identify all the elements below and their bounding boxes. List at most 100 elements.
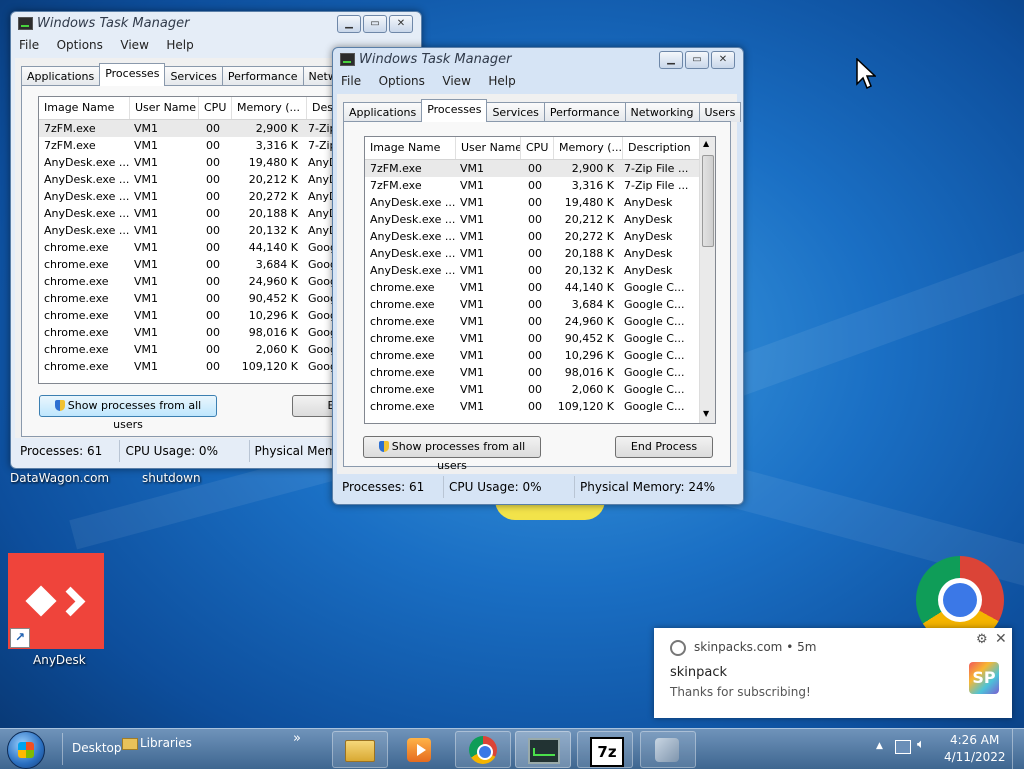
- cell-user-name: VM1: [134, 258, 159, 271]
- tab-strip: Applications Processes Services Performa…: [21, 63, 371, 86]
- header-image-name[interactable]: Image Name: [39, 97, 130, 119]
- tray-volume-icon[interactable]: 🔈︎: [917, 737, 925, 752]
- process-list[interactable]: Image Name User Name CPU Memory (... Des…: [364, 136, 716, 424]
- folder-icon: [345, 740, 375, 762]
- vertical-scrollbar[interactable]: ▲ ▼: [699, 137, 715, 423]
- tab-processes[interactable]: Processes: [421, 99, 488, 122]
- notification-toast[interactable]: skinpacks.com • 5m ⚙ ✕ skinpack Thanks f…: [654, 628, 1012, 718]
- header-memory[interactable]: Memory (...: [554, 137, 623, 159]
- menu-help[interactable]: Help: [166, 38, 193, 52]
- cell-memory: 44,140 K: [248, 241, 298, 254]
- table-row[interactable]: chrome.exe VM1 00 109,120 K Google C...: [365, 398, 715, 415]
- menu-file[interactable]: File: [19, 38, 39, 52]
- table-row[interactable]: AnyDesk.exe ... VM1 00 20,272 K AnyDesk: [365, 228, 715, 245]
- tab-services[interactable]: Services: [486, 102, 545, 122]
- tab-performance[interactable]: Performance: [543, 102, 626, 122]
- table-row[interactable]: AnyDesk.exe ... VM1 00 20,188 K AnyDesk: [365, 245, 715, 262]
- play-icon: [417, 744, 426, 756]
- header-image-name[interactable]: Image Name: [365, 137, 456, 159]
- taskbar-chrome-button[interactable]: [455, 731, 511, 768]
- scroll-down-arrow-icon[interactable]: ▼: [703, 409, 709, 418]
- cell-memory: 20,272 K: [248, 190, 298, 203]
- taskbar-explorer-button[interactable]: [332, 731, 388, 768]
- table-row[interactable]: AnyDesk.exe ... VM1 00 20,212 K AnyDesk: [365, 211, 715, 228]
- scroll-thumb[interactable]: [702, 155, 714, 247]
- show-all-users-button[interactable]: Show processes from all users: [39, 395, 217, 431]
- table-row[interactable]: chrome.exe VM1 00 2,060 K Google C...: [365, 381, 715, 398]
- table-row[interactable]: chrome.exe VM1 00 24,960 K Google C...: [365, 313, 715, 330]
- close-icon[interactable]: ✕: [995, 631, 1007, 647]
- taskbar-task-manager-button[interactable]: [515, 731, 571, 768]
- cell-image-name: chrome.exe: [44, 309, 109, 322]
- taskbar-tools-button[interactable]: [640, 731, 696, 768]
- cell-image-name: AnyDesk.exe ...: [370, 230, 455, 243]
- close-button[interactable]: ✕: [711, 51, 735, 69]
- tab-services[interactable]: Services: [164, 66, 223, 86]
- menu-help[interactable]: Help: [488, 74, 515, 88]
- tools-icon: [655, 738, 679, 762]
- table-row[interactable]: chrome.exe VM1 00 3,684 K Google C...: [365, 296, 715, 313]
- table-row[interactable]: 7zFM.exe VM1 00 2,900 K 7-Zip File ...: [365, 160, 715, 177]
- table-row[interactable]: chrome.exe VM1 00 90,452 K Google C...: [365, 330, 715, 347]
- table-row[interactable]: 7zFM.exe VM1 00 3,316 K 7-Zip File ...: [365, 177, 715, 194]
- header-user-name[interactable]: User Name: [456, 137, 521, 159]
- show-desktop-button[interactable]: [1012, 729, 1024, 769]
- menu-view[interactable]: View: [120, 38, 148, 52]
- taskbar-media-player-button[interactable]: [392, 731, 448, 768]
- desktop-label-datawagon[interactable]: DataWagon.com: [10, 471, 109, 485]
- maximize-button[interactable]: ▭: [685, 51, 709, 69]
- cell-cpu: 00: [206, 258, 220, 271]
- desktop-label-shutdown[interactable]: shutdown: [142, 471, 201, 485]
- cell-cpu: 00: [206, 343, 220, 356]
- table-row[interactable]: chrome.exe VM1 00 10,296 K Google C...: [365, 347, 715, 364]
- table-row[interactable]: AnyDesk.exe ... VM1 00 20,132 K AnyDesk: [365, 262, 715, 279]
- title-bar[interactable]: Windows Task Manager ▁ ▭ ✕: [11, 12, 421, 36]
- menu-view[interactable]: View: [442, 74, 470, 88]
- close-button[interactable]: ✕: [389, 15, 413, 33]
- maximize-button[interactable]: ▭: [363, 15, 387, 33]
- end-process-button[interactable]: End Process: [615, 436, 713, 458]
- clock-time[interactable]: 4:26 AM: [950, 733, 999, 747]
- header-memory[interactable]: Memory (...: [232, 97, 307, 119]
- header-user-name[interactable]: User Name: [130, 97, 199, 119]
- toolbar-overflow-chevron[interactable]: »: [293, 731, 301, 746]
- tray-network-icon[interactable]: [895, 740, 911, 754]
- tab-performance[interactable]: Performance: [221, 66, 304, 86]
- cell-cpu: 00: [206, 139, 220, 152]
- menu-options[interactable]: Options: [379, 74, 425, 88]
- settings-gear-icon[interactable]: ⚙: [976, 632, 988, 647]
- cell-user-name: VM1: [460, 179, 485, 192]
- cell-cpu: 00: [528, 332, 542, 345]
- menu-file[interactable]: File: [341, 74, 361, 88]
- header-cpu[interactable]: CPU: [199, 97, 232, 119]
- tab-applications[interactable]: Applications: [343, 102, 423, 122]
- clock-date[interactable]: 4/11/2022: [944, 750, 1006, 764]
- header-description[interactable]: Description: [623, 137, 695, 159]
- cell-user-name: VM1: [134, 207, 159, 220]
- libraries-toolbar-label[interactable]: Libraries: [140, 736, 192, 750]
- tab-applications[interactable]: Applications: [21, 66, 101, 86]
- minimize-button[interactable]: ▁: [337, 15, 361, 33]
- cell-image-name: AnyDesk.exe ...: [44, 190, 129, 203]
- table-row[interactable]: AnyDesk.exe ... VM1 00 19,480 K AnyDesk: [365, 194, 715, 211]
- tab-processes[interactable]: Processes: [99, 63, 166, 86]
- title-bar[interactable]: Windows Task Manager ▁ ▭ ✕: [333, 48, 743, 72]
- tray-show-hidden-icon[interactable]: ▲: [876, 741, 883, 751]
- task-manager-window-front[interactable]: Windows Task Manager ▁ ▭ ✕ File Options …: [332, 47, 744, 505]
- table-row[interactable]: chrome.exe VM1 00 98,016 K Google C...: [365, 364, 715, 381]
- cell-user-name: VM1: [134, 122, 159, 135]
- scroll-up-arrow-icon[interactable]: ▲: [703, 139, 709, 148]
- desktop-toolbar-label[interactable]: Desktop: [72, 741, 122, 755]
- header-cpu[interactable]: CPU: [521, 137, 554, 159]
- menu-options[interactable]: Options: [57, 38, 103, 52]
- start-button[interactable]: [7, 731, 45, 769]
- minimize-button[interactable]: ▁: [659, 51, 683, 69]
- desktop-label-anydesk[interactable]: AnyDesk: [33, 653, 86, 667]
- chrome-small-icon: [670, 640, 686, 656]
- table-row[interactable]: chrome.exe VM1 00 44,140 K Google C...: [365, 279, 715, 296]
- tab-users[interactable]: Users: [698, 102, 742, 122]
- cell-image-name: chrome.exe: [370, 298, 435, 311]
- show-all-users-button[interactable]: Show processes from all users: [363, 436, 541, 472]
- tab-networking[interactable]: Networking: [624, 102, 700, 122]
- taskbar-7zip-button[interactable]: 7z: [577, 731, 633, 768]
